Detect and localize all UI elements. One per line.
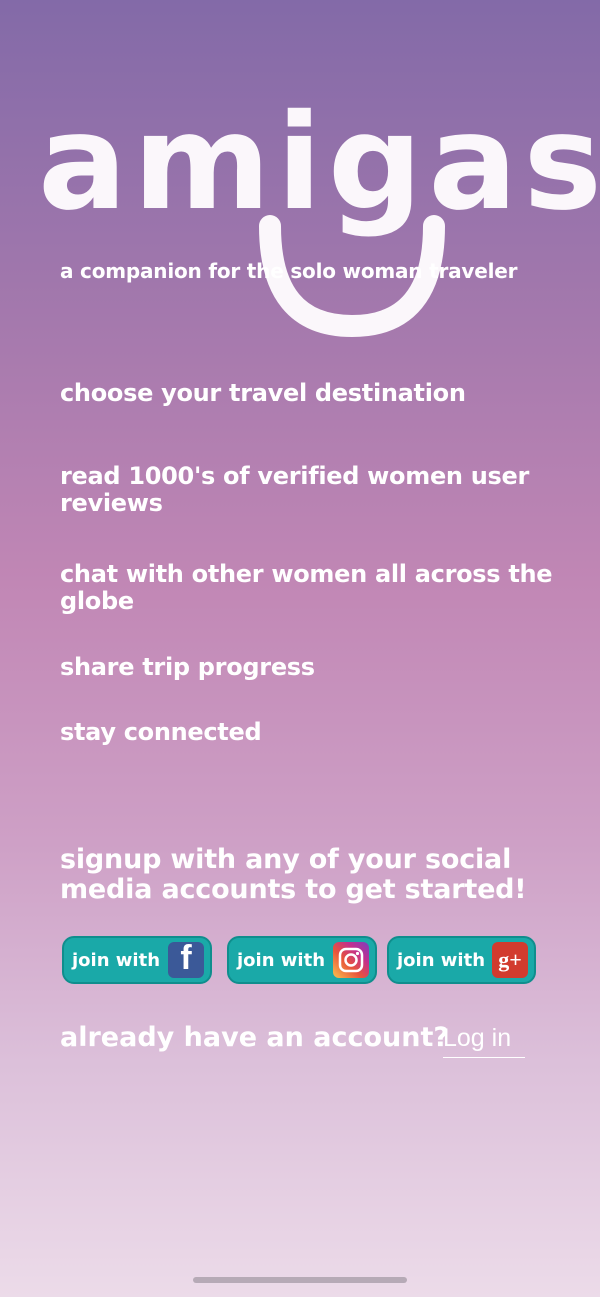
instagram-icon — [333, 942, 369, 978]
already-have-account-text: already have an account? — [60, 1022, 450, 1053]
join-with-google-plus-button[interactable]: join with g+ — [387, 936, 536, 984]
home-indicator[interactable] — [193, 1277, 407, 1283]
join-with-instagram-button[interactable]: join with — [227, 936, 377, 984]
facebook-icon: f — [168, 939, 204, 978]
facebook-glyph: f — [180, 939, 192, 977]
login-link[interactable]: Log in — [443, 1024, 525, 1058]
feature-stay-connected: stay connected — [60, 718, 262, 746]
feature-share-progress: share trip progress — [60, 653, 315, 681]
signup-prompt: signup with any of your social media acc… — [60, 844, 527, 905]
join-button-label: join with — [237, 949, 326, 971]
join-with-facebook-button[interactable]: join with f — [62, 936, 212, 984]
feature-choose-destination: choose your travel destination — [60, 379, 466, 407]
feature-chat: chat with other women all across the glo… — [60, 560, 553, 615]
tagline: a companion for the solo woman traveler — [60, 259, 518, 283]
google-plus-icon: g+ — [492, 942, 528, 978]
join-button-label: join with — [72, 949, 161, 971]
google-plus-glyph: g+ — [498, 947, 522, 972]
feature-read-reviews: read 1000's of verified women user revie… — [60, 462, 530, 517]
app-logo: amigas — [38, 88, 600, 338]
join-button-label: join with — [397, 949, 486, 971]
